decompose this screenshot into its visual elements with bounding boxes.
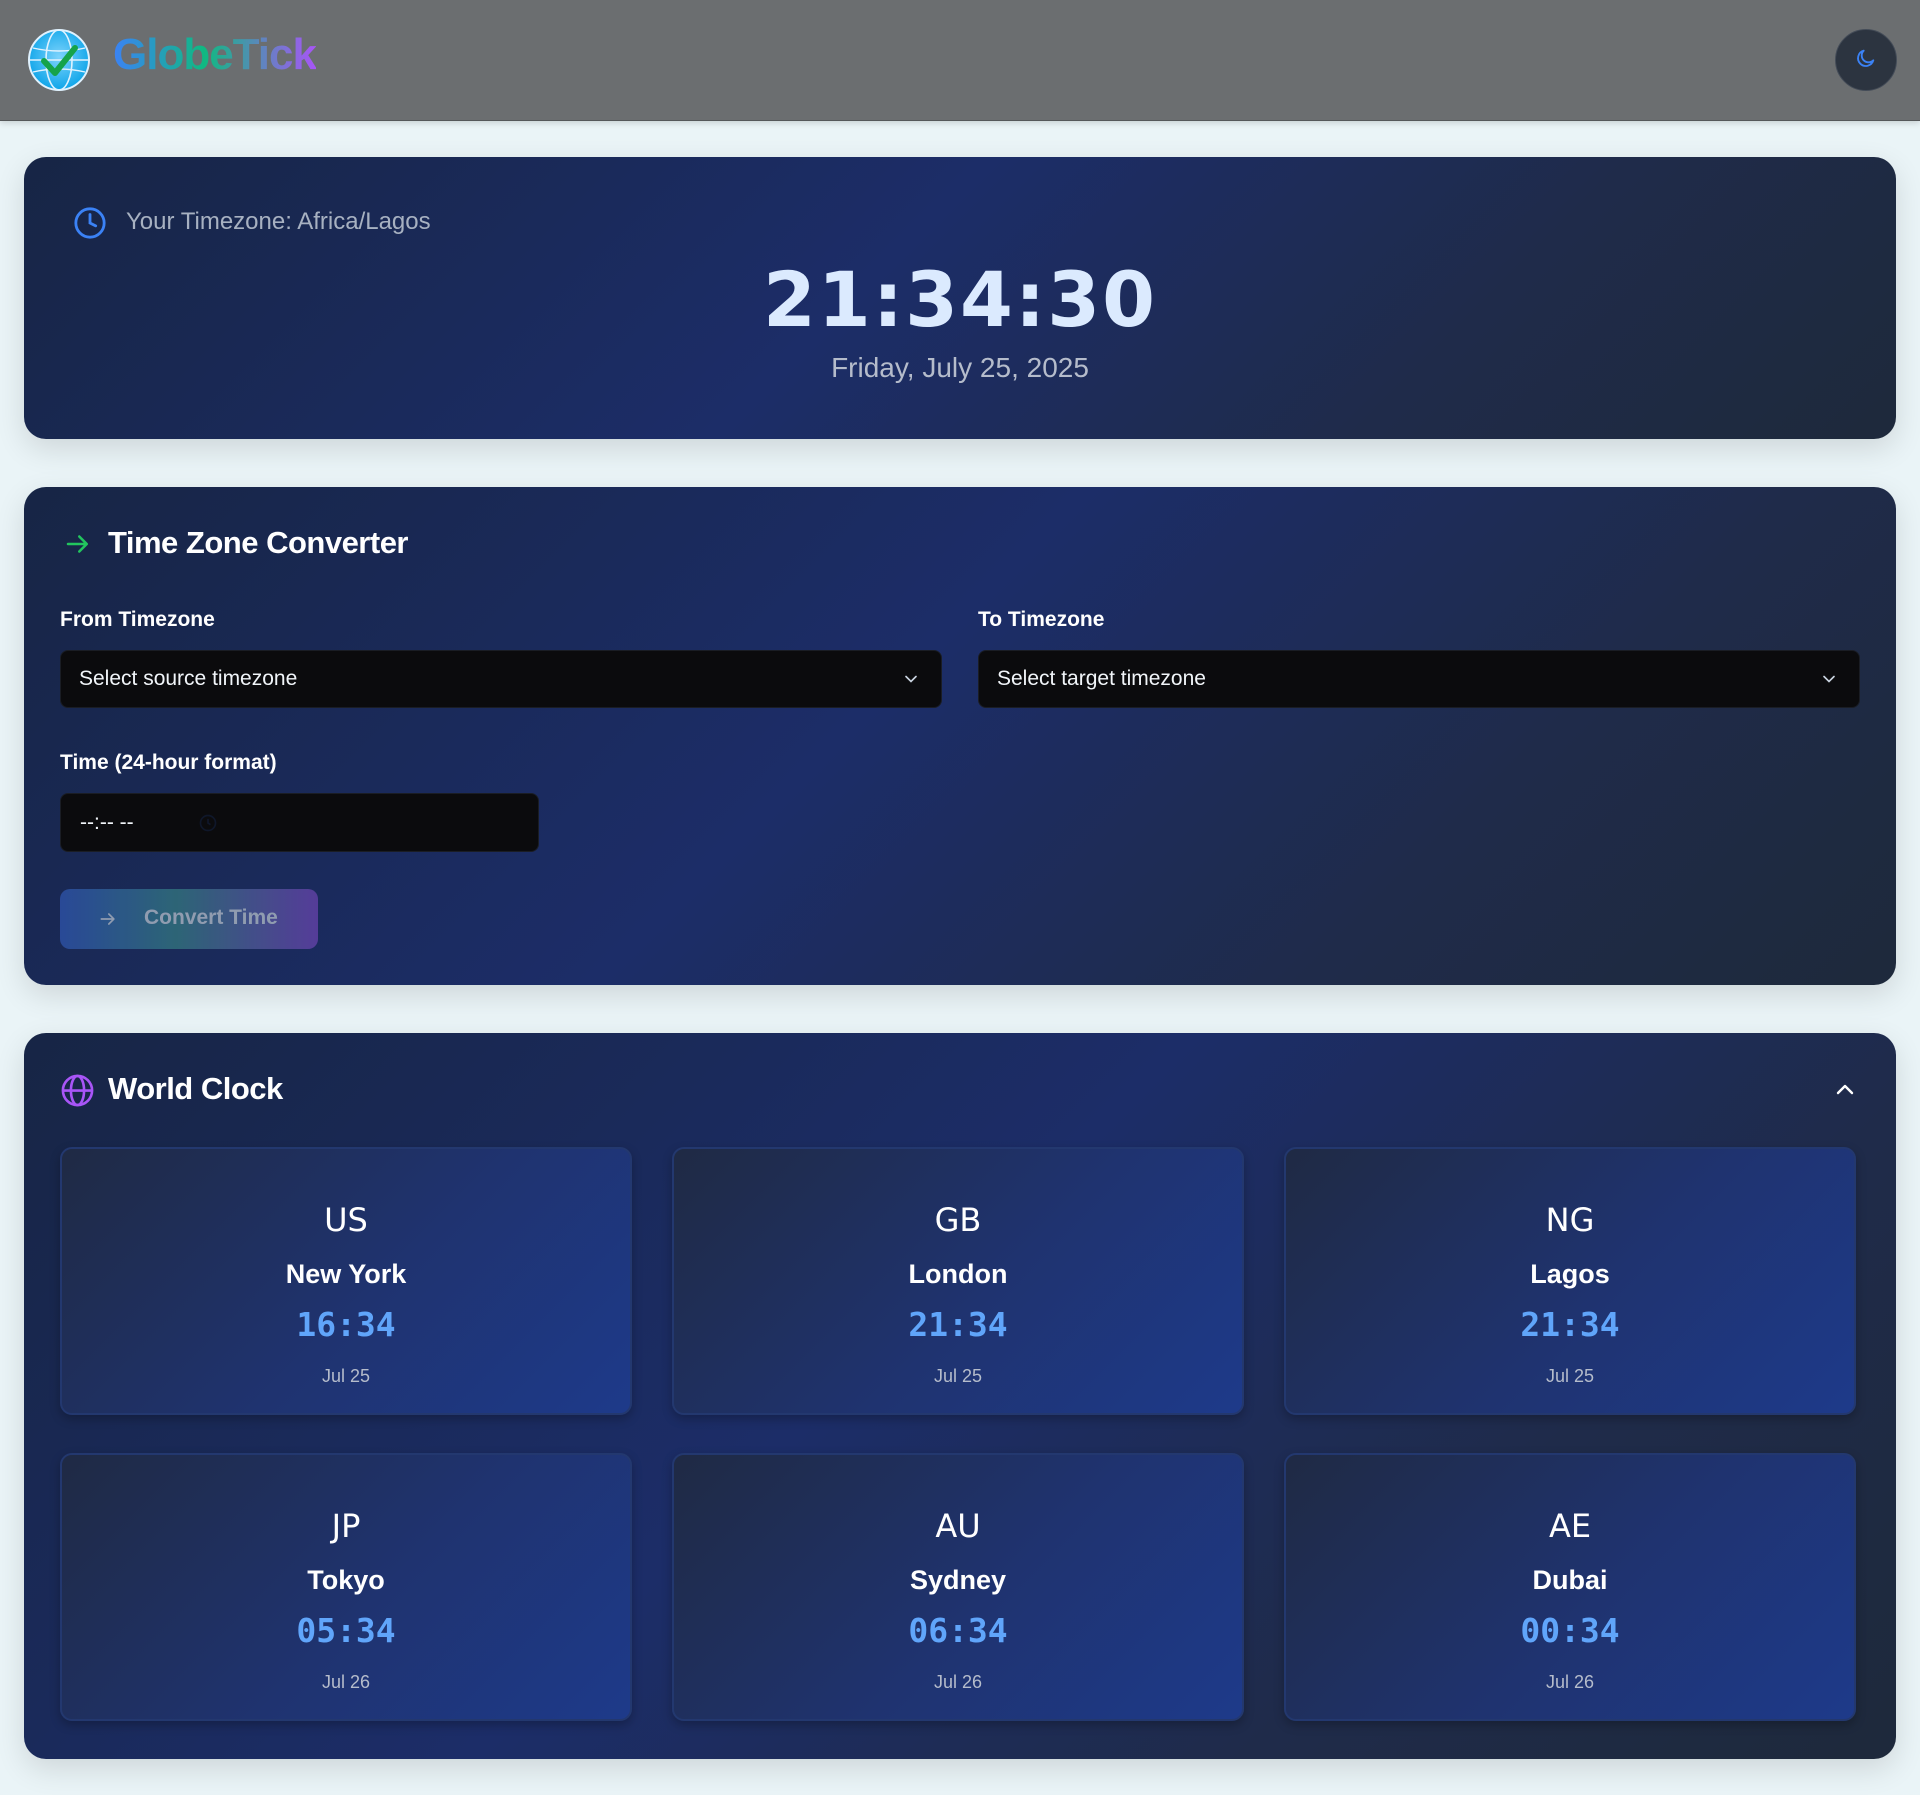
world-clock-tile-sydney: AU Sydney 06:34 Jul 26 — [672, 1453, 1244, 1721]
country-code: US — [324, 1201, 368, 1239]
world-clock-tile-london: GB London 21:34 Jul 25 — [672, 1147, 1244, 1415]
chevron-down-icon — [1819, 669, 1839, 694]
city-time: 16:34 — [296, 1305, 396, 1344]
current-time: 21:34:30 — [762, 255, 1158, 344]
world-clock-tile-new-york: US New York 16:34 Jul 25 — [60, 1147, 632, 1415]
world-clock-title: World Clock — [108, 1071, 283, 1106]
city-date: Jul 25 — [1545, 1366, 1595, 1386]
city-time: 06:34 — [908, 1611, 1008, 1650]
to-timezone-select[interactable]: Select target timezone — [978, 650, 1860, 708]
city-date: Jul 26 — [933, 1672, 983, 1692]
time-input[interactable]: --:-- -- — [60, 793, 539, 852]
city-time: 05:34 — [296, 1611, 396, 1650]
converter-title: Time Zone Converter — [108, 525, 409, 560]
app-header: GlobeTick — [0, 0, 1920, 121]
city-date: Jul 25 — [933, 1366, 983, 1386]
city-name: London — [908, 1259, 1008, 1289]
city-name: Sydney — [909, 1565, 1007, 1595]
clock-icon[interactable] — [198, 813, 218, 838]
country-code: NG — [1545, 1201, 1595, 1239]
country-code: AE — [1548, 1507, 1592, 1545]
current-date: Friday, July 25, 2025 — [831, 352, 1089, 383]
world-clock-tile-lagos: NG Lagos 21:34 Jul 25 — [1284, 1147, 1856, 1415]
city-date: Jul 26 — [1545, 1672, 1595, 1692]
convert-time-label: Convert Time — [144, 906, 278, 929]
app-logo-text[interactable]: GlobeTick — [113, 30, 317, 80]
city-name: Tokyo — [307, 1565, 385, 1595]
chevron-up-icon — [1832, 1084, 1858, 1106]
time-input-label: Time (24-hour format) — [60, 751, 277, 774]
convert-time-button[interactable]: Convert Time — [60, 889, 318, 949]
country-code: JP — [331, 1507, 361, 1545]
arrow-right-icon — [98, 909, 118, 934]
globe-check-icon[interactable] — [27, 28, 91, 92]
city-name: Dubai — [1532, 1565, 1608, 1595]
country-code: AU — [935, 1507, 981, 1545]
to-timezone-placeholder: Select target timezone — [997, 667, 1206, 690]
time-input-value: --:-- -- — [80, 811, 134, 834]
city-name: Lagos — [1530, 1259, 1610, 1289]
city-date: Jul 25 — [321, 1366, 371, 1386]
city-time: 21:34 — [1520, 1305, 1620, 1344]
moon-icon — [1855, 47, 1877, 74]
to-timezone-label: To Timezone — [978, 608, 1105, 631]
timezone-label: Your Timezone: Africa/Lagos — [126, 208, 431, 235]
collapse-world-clock-button[interactable] — [1832, 1078, 1860, 1102]
chevron-down-icon — [901, 669, 921, 694]
city-time: 00:34 — [1520, 1611, 1620, 1650]
city-name: New York — [285, 1259, 407, 1289]
theme-toggle-button[interactable] — [1835, 29, 1897, 91]
from-timezone-label: From Timezone — [60, 608, 215, 631]
city-time: 21:34 — [908, 1305, 1008, 1344]
from-timezone-select[interactable]: Select source timezone — [60, 650, 942, 708]
arrow-right-icon — [63, 529, 93, 564]
from-timezone-placeholder: Select source timezone — [79, 667, 298, 690]
world-clock-tile-dubai: AE Dubai 00:34 Jul 26 — [1284, 1453, 1856, 1721]
globe-icon — [60, 1073, 95, 1113]
country-code: GB — [934, 1201, 982, 1239]
world-clock-tile-tokyo: JP Tokyo 05:34 Jul 26 — [60, 1453, 632, 1721]
city-date: Jul 26 — [321, 1672, 371, 1692]
clock-icon — [73, 206, 107, 245]
